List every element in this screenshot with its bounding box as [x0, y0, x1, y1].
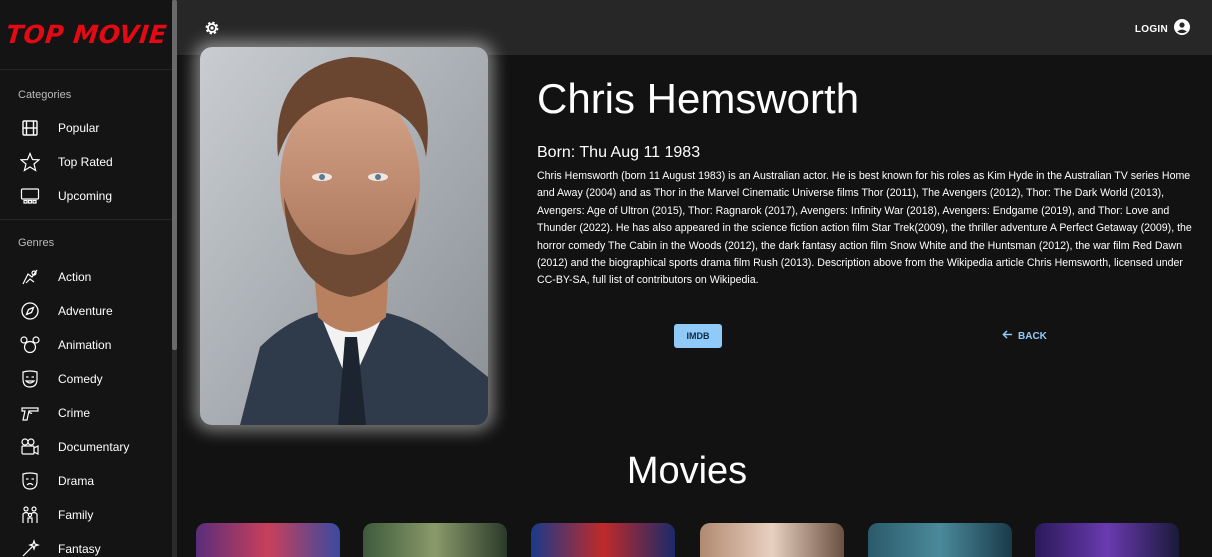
sidebar-item-label: Fantasy	[58, 542, 101, 556]
mouse-ears-icon	[19, 334, 41, 356]
sidebar-item-label: Documentary	[58, 440, 130, 454]
laughing-mask-icon	[19, 368, 41, 390]
categories-title: Categories	[18, 89, 72, 101]
action-icon	[19, 266, 41, 288]
person-name: Chris Hemsworth	[537, 75, 860, 122]
sidebar-item-label: Comedy	[58, 372, 103, 386]
movie-poster[interactable]	[363, 523, 507, 557]
movie-poster[interactable]	[196, 523, 340, 557]
cinema-screen-icon	[19, 185, 41, 207]
sidebar-item-action[interactable]: Action	[0, 262, 172, 292]
login-label: LOGIN	[1134, 24, 1168, 35]
sidebar-item-label: Family	[58, 508, 94, 522]
sidebar-item-animation[interactable]: Animation	[0, 330, 172, 360]
family-icon	[19, 504, 41, 526]
movies-heading: Movies	[626, 450, 748, 492]
sidebar-item-label: Crime	[58, 406, 90, 420]
logo-area: TOP MOVIE	[0, 0, 172, 70]
sidebar: TOP MOVIE Categories Popular Top Rated U…	[0, 0, 172, 557]
pistol-icon	[19, 402, 41, 424]
sidebar-item-popular[interactable]: Popular	[0, 113, 172, 143]
login-button[interactable]: LOGIN	[1135, 19, 1190, 40]
movie-poster[interactable]	[700, 523, 844, 557]
sidebar-item-crime[interactable]: Crime	[0, 398, 172, 428]
sidebar-item-label: Popular	[58, 121, 100, 135]
camera-icon	[19, 436, 41, 458]
person-birthdate: Born: Thu Aug 11 1983	[537, 144, 701, 161]
sidebar-item-label: Upcoming	[58, 189, 113, 203]
sidebar-item-label: Adventure	[58, 304, 113, 318]
movie-poster[interactable]	[531, 523, 675, 557]
imdb-button[interactable]: IMDB	[674, 324, 722, 348]
sidebar-item-comedy[interactable]: Comedy	[0, 364, 172, 394]
genres-title: Genres	[18, 237, 55, 249]
account-circle-icon	[1174, 19, 1190, 40]
back-label: BACK	[1018, 330, 1047, 342]
sidebar-item-top-rated[interactable]: Top Rated	[0, 147, 172, 177]
sidebar-item-family[interactable]: Family	[0, 500, 172, 530]
sidebar-item-label: Drama	[58, 474, 95, 488]
sidebar-item-fantasy[interactable]: Fantasy	[0, 534, 172, 557]
sidebar-item-adventure[interactable]: Adventure	[0, 296, 172, 326]
portrait-image	[200, 47, 488, 425]
person-photo	[200, 47, 488, 425]
sidebar-item-label: Animation	[58, 338, 112, 352]
gear-icon[interactable]	[202, 18, 222, 38]
sidebar-item-upcoming[interactable]: Upcoming	[0, 181, 172, 211]
person-biography: Chris Hemsworth (born 11 August 1983) is…	[537, 170, 1192, 287]
app-logo[interactable]: TOP MOVIE	[4, 20, 168, 49]
sidebar-item-label: Top Rated	[58, 155, 113, 169]
sidebar-item-drama[interactable]: Drama	[0, 466, 172, 496]
sidebar-divider	[0, 219, 172, 220]
movie-poster[interactable]	[868, 523, 1012, 557]
film-icon	[19, 117, 41, 139]
sidebar-item-documentary[interactable]: Documentary	[0, 432, 172, 462]
star-icon	[19, 151, 41, 173]
drama-mask-icon	[19, 470, 41, 492]
magic-wand-icon	[19, 538, 41, 557]
sidebar-item-label: Action	[58, 270, 92, 284]
compass-icon	[19, 300, 41, 322]
movie-poster[interactable]	[1035, 523, 1179, 557]
back-button[interactable]: BACK	[1002, 326, 1047, 346]
arrow-left-icon	[1002, 329, 1013, 343]
